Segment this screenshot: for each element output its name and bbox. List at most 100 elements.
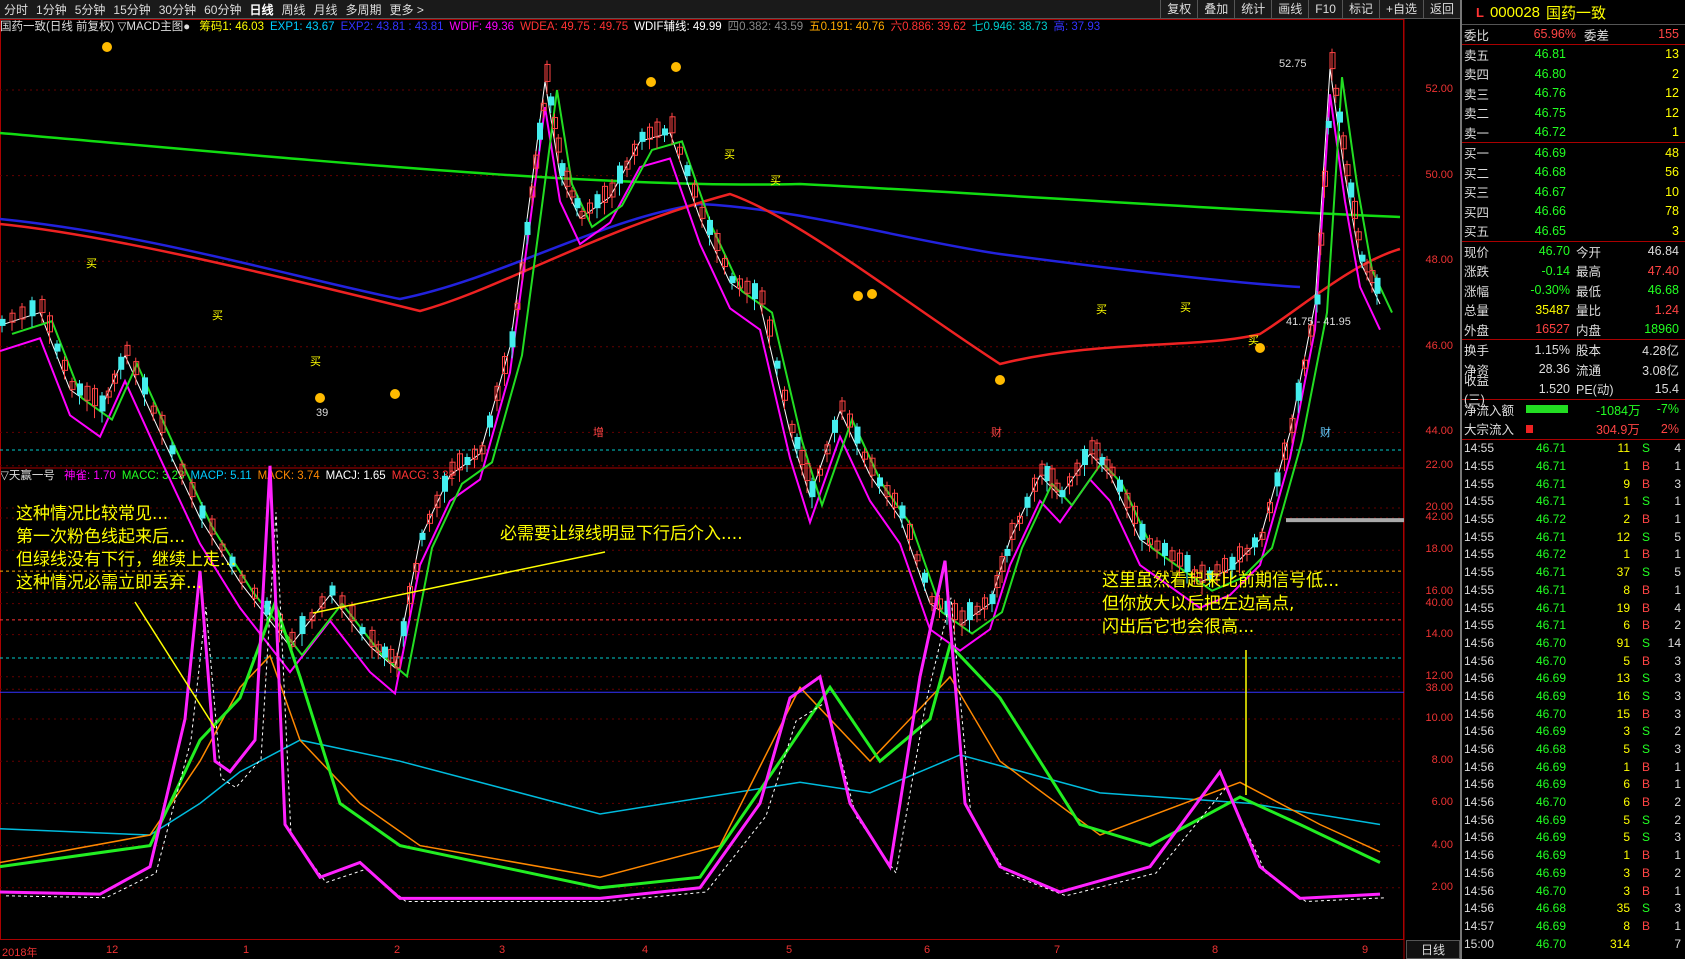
ask-volume: 12 bbox=[1665, 105, 1679, 120]
tool-button-4[interactable]: F10 bbox=[1308, 0, 1342, 19]
period-tab-5[interactable]: 60分钟 bbox=[200, 1, 245, 18]
ask-price[interactable]: 46.80 bbox=[1504, 67, 1566, 81]
buy-marker: 买 bbox=[724, 148, 735, 161]
period-tab-8[interactable]: 月线 bbox=[310, 1, 342, 18]
ask-price[interactable]: 46.72 bbox=[1504, 125, 1566, 139]
trade-price: 46.69 bbox=[1535, 918, 1566, 933]
buy-marker: 买 bbox=[86, 257, 97, 270]
high-price-mark: 52.75 bbox=[1279, 58, 1307, 70]
trade-volume: 19 bbox=[1616, 600, 1630, 615]
candle-body bbox=[899, 505, 906, 519]
tool-button-2[interactable]: 统计 bbox=[1234, 0, 1271, 19]
candle-body bbox=[1139, 523, 1146, 540]
trade-time: 14:55 bbox=[1464, 441, 1495, 456]
trade-time: 14:56 bbox=[1464, 759, 1495, 774]
flow-label: 大宗流入 bbox=[1464, 423, 1515, 438]
date-tick-0: 2018年 bbox=[2, 947, 38, 959]
period-tab-1[interactable]: 1分钟 bbox=[32, 1, 71, 18]
candle-body bbox=[1374, 277, 1381, 294]
stock-code[interactable]: 000028 bbox=[1490, 4, 1540, 21]
stat-value: 46.70 bbox=[1538, 244, 1570, 259]
candle-body bbox=[1024, 496, 1031, 508]
period-tab-9[interactable]: 多周期 bbox=[342, 1, 386, 18]
trade-price: 46.69 bbox=[1535, 830, 1566, 845]
ask-price[interactable]: 46.75 bbox=[1504, 106, 1566, 120]
ask-volume: 2 bbox=[1672, 66, 1679, 81]
ind-tick-5: 12.00 bbox=[1425, 669, 1453, 682]
trade-price: 46.69 bbox=[1535, 865, 1566, 880]
trade-volume: 6 bbox=[1623, 777, 1630, 792]
tick-trades[interactable]: 14:55 46.71 11 S 4 14:55 46.71 1 B 1 14:55 46.71 9 B 3… bbox=[1462, 438, 1685, 953]
trade-count: 1 bbox=[1674, 582, 1681, 597]
ind-tick-6: 10.00 bbox=[1425, 712, 1453, 724]
trade-price: 46.68 bbox=[1535, 901, 1566, 916]
trade-time: 14:56 bbox=[1464, 901, 1495, 916]
trade-time: 14:56 bbox=[1464, 724, 1495, 739]
stat-row: 现价 46.70 今开 46.84 bbox=[1462, 242, 1685, 262]
trade-count: 2 bbox=[1674, 812, 1681, 827]
period-tab-7[interactable]: 周线 bbox=[277, 1, 309, 18]
period-tab-4[interactable]: 30分钟 bbox=[155, 1, 200, 18]
candle-body bbox=[169, 445, 176, 455]
candle-body bbox=[1314, 294, 1321, 305]
tool-button-6[interactable]: +自选 bbox=[1378, 0, 1423, 19]
trade-volume: 1 bbox=[1623, 494, 1630, 509]
trade-count: 2 bbox=[1674, 865, 1681, 880]
bid-price[interactable]: 46.69 bbox=[1504, 146, 1566, 160]
trade-time: 14:57 bbox=[1464, 918, 1495, 933]
candle-body bbox=[54, 343, 61, 352]
flow-bar bbox=[1526, 405, 1568, 414]
trade-volume: 2 bbox=[1623, 512, 1630, 527]
trade-price: 46.68 bbox=[1535, 742, 1566, 757]
tool-button-0[interactable]: 复权 bbox=[1160, 0, 1197, 19]
event-marker-zeng[interactable]: 增 bbox=[593, 424, 604, 440]
tool-button-5[interactable]: 标记 bbox=[1341, 0, 1379, 19]
trade-volume: 1 bbox=[1623, 459, 1630, 474]
candle-body bbox=[1337, 111, 1343, 123]
bid-label: 买二 bbox=[1464, 166, 1490, 181]
fundamental-value-2: 15.4 bbox=[1654, 381, 1679, 396]
trade-price: 46.72 bbox=[1535, 547, 1566, 562]
trade-row: 15:00 46.70 314 7 bbox=[1462, 935, 1685, 953]
event-marker-cai-1[interactable]: 财 bbox=[991, 424, 1002, 440]
period-tab-10[interactable]: 更多 > bbox=[386, 1, 428, 18]
candle-body bbox=[537, 122, 543, 140]
trade-time: 14:55 bbox=[1464, 565, 1495, 580]
trade-time: 14:56 bbox=[1464, 688, 1495, 703]
bid-row: 买五 46.65 3 bbox=[1462, 221, 1685, 241]
candle-body bbox=[617, 165, 623, 184]
stock-name[interactable]: 国药一致 bbox=[1546, 2, 1606, 23]
bid-price[interactable]: 46.67 bbox=[1504, 185, 1566, 199]
date-tick-2: 1 bbox=[243, 944, 250, 956]
buy-marker: 买 bbox=[1096, 303, 1107, 316]
event-marker-cai-2[interactable]: 财 bbox=[1320, 424, 1331, 440]
signal-dot bbox=[853, 291, 863, 301]
trade-side: S bbox=[1641, 830, 1650, 845]
trade-row: 14:55 46.71 1 S 1 bbox=[1462, 493, 1685, 511]
fundamental-stats: 换手 1.15% 股本 4.28亿 净资 28.36 流通 3.08亿 收益(三) 1.520 PE… bbox=[1462, 339, 1685, 407]
candle-body bbox=[809, 481, 816, 498]
period-tab-2[interactable]: 5分钟 bbox=[71, 1, 110, 18]
tool-button-7[interactable]: 返回 bbox=[1422, 0, 1460, 19]
fundamental-value-2: 4.28亿 bbox=[1642, 344, 1679, 359]
trade-price: 46.71 bbox=[1535, 494, 1566, 509]
trade-price: 46.71 bbox=[1535, 441, 1566, 456]
ind-tick-4: 14.00 bbox=[1425, 627, 1453, 640]
kline-chart[interactable]: 买买买买买买 买买 bbox=[0, 19, 1458, 959]
tool-button-1[interactable]: 叠加 bbox=[1197, 0, 1234, 19]
tool-button-3[interactable]: 画线 bbox=[1271, 0, 1308, 19]
bid-price[interactable]: 46.66 bbox=[1504, 204, 1566, 218]
period-tab-6[interactable]: 日线 bbox=[245, 1, 277, 18]
ask-price[interactable]: 46.81 bbox=[1504, 47, 1566, 61]
trade-count: 3 bbox=[1674, 706, 1681, 721]
trade-time: 14:56 bbox=[1464, 742, 1495, 757]
bid-price[interactable]: 46.68 bbox=[1504, 165, 1566, 179]
period-tab-0[interactable]: 分时 bbox=[0, 1, 32, 18]
period-tab-3[interactable]: 15分钟 bbox=[109, 1, 154, 18]
tab-daily[interactable]: 日线 bbox=[1406, 940, 1460, 959]
trade-side: S bbox=[1641, 494, 1650, 509]
bid-price[interactable]: 46.65 bbox=[1504, 224, 1566, 238]
trade-row: 14:56 46.69 5 S 2 bbox=[1462, 811, 1685, 829]
fundamental-value-2: 3.08亿 bbox=[1642, 363, 1679, 378]
ask-price[interactable]: 46.76 bbox=[1504, 86, 1566, 100]
